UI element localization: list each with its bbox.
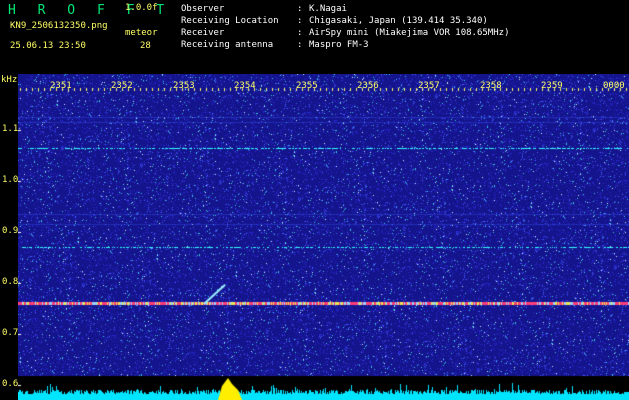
app-version: 1.0.0f [125,3,158,13]
y-tick-label: 1.1 [2,124,19,134]
mode-value: 28 [140,41,151,51]
frequency-unit-label: kHz [1,75,18,85]
x-tick-label: 2353 [173,81,195,91]
x-tick-label: 2356 [357,81,379,91]
y-tick-label: 1.0 [2,175,19,185]
x-tick-label: 2355 [296,81,318,91]
x-tick-label: 2351 [50,81,72,91]
y-tick-label: 0.8 [2,277,19,287]
antenna-value: Maspro FM-3 [309,40,369,50]
spectrogram-panel: kHz 1.1 1.0 0.9 0.8 0.7 0.6 2351 2352 2353 2354 2… [0,74,629,400]
x-tick-label: 2352 [111,81,133,91]
y-tick-label: 0.9 [2,226,19,236]
timestamp: 25.06.13 23:50 [10,41,86,51]
x-tick-label: 2359 [541,81,563,91]
observer-colon: : [297,4,303,14]
observer-value: K.Nagai [309,4,347,14]
y-tick-label: 0.6 [2,379,19,389]
x-tick-label: 2354 [234,81,256,91]
x-tick-label: 2358 [480,81,502,91]
file-name: KN9_2506132350.png [10,21,108,31]
location-value: Chigasaki, Japan (139.414 35.340) [309,16,488,26]
antenna-label: Receiving antenna [181,40,274,50]
mode-label: meteor [125,28,158,38]
x-tick-label: 2357 [418,81,440,91]
receiver-value: AirSpy mini (Miakejima VOR 108.65MHz) [309,28,510,38]
spectrogram-canvas [18,74,629,400]
receiver-label: Receiver [181,28,225,38]
x-tick-label: 0000 [603,81,625,91]
observer-label: Observer [181,4,225,14]
antenna-colon: : [297,40,303,50]
header: H R O F F T 1.0.0f KN9_2506132350.png me… [0,0,629,74]
receiver-colon: : [297,28,303,38]
y-tick-label: 0.7 [2,328,19,338]
location-colon: : [297,16,303,26]
location-label: Receiving Location [181,16,279,26]
